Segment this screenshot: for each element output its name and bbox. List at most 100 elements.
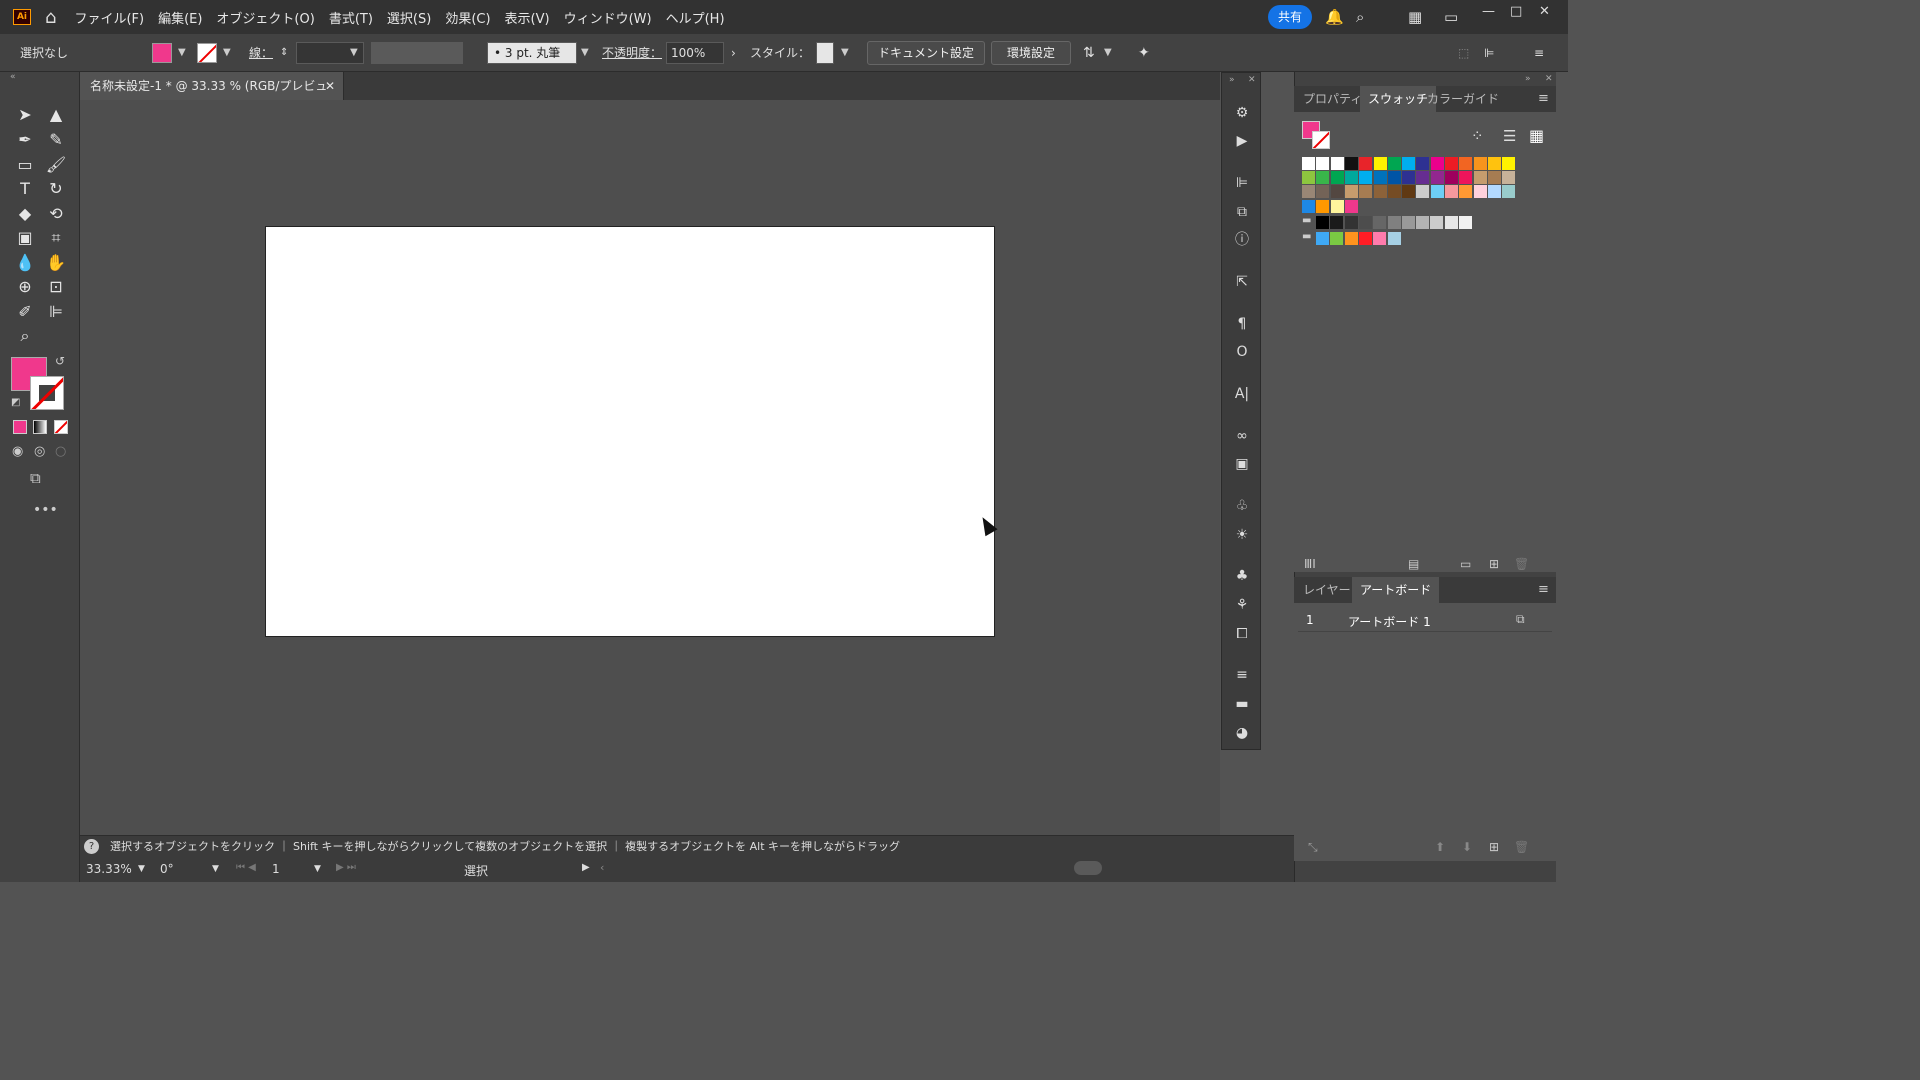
rearrange-icon[interactable]: ⤡ [1308, 840, 1318, 855]
chevron-down-icon[interactable]: ▼ [138, 864, 145, 874]
help-icon[interactable]: ? [84, 839, 99, 854]
swatch[interactable] [1387, 216, 1401, 229]
swatch[interactable] [1416, 216, 1430, 229]
artboard-tool-icon[interactable]: ⊡ [44, 276, 68, 298]
collapse-panel-icon[interactable]: » [1525, 74, 1531, 84]
swatch-stroke-indicator[interactable] [1312, 131, 1330, 149]
swatch[interactable] [1401, 216, 1415, 229]
swatch[interactable] [1330, 216, 1344, 229]
swatch[interactable] [1373, 157, 1387, 170]
pen-tool-icon[interactable]: ✒ [13, 129, 37, 151]
screen-mode-icon[interactable]: ⧉ [30, 469, 41, 487]
curvature-tool-icon[interactable]: ✎ [44, 129, 68, 151]
new-artboard-icon[interactable]: ⊞ [1489, 840, 1499, 854]
delete-swatch-icon[interactable]: 🗑 [1514, 557, 1529, 571]
chevron-down-icon[interactable]: ▼ [178, 47, 186, 58]
maximize-icon[interactable]: □ [1510, 4, 1522, 19]
fill-swatch[interactable] [152, 43, 172, 63]
swatch[interactable] [1430, 157, 1444, 170]
menu-edit[interactable]: 編集(E) [158, 8, 202, 27]
close-tab-icon[interactable]: ✕ [325, 72, 335, 100]
default-colors-icon[interactable]: ◩ [11, 397, 20, 408]
swatch[interactable] [1359, 157, 1373, 170]
align-icon[interactable]: ⊫ [1484, 43, 1494, 63]
swatch[interactable] [1330, 232, 1344, 245]
swatch[interactable] [1459, 216, 1472, 229]
stepper-icon[interactable]: ⇕ [280, 43, 288, 63]
swatch[interactable] [1344, 157, 1358, 170]
swatch[interactable] [1430, 216, 1444, 229]
swatch[interactable] [1316, 157, 1330, 170]
chevron-down-icon[interactable]: ▼ [223, 47, 231, 58]
swatch[interactable] [1344, 216, 1358, 229]
swatch[interactable] [1459, 171, 1473, 184]
symbols-icon[interactable]: ♧ [1232, 496, 1252, 516]
chevron-down-icon[interactable]: ▼ [350, 47, 358, 58]
menu-view[interactable]: 表示(V) [505, 8, 550, 27]
eraser-tool-icon[interactable]: ◆ [13, 203, 37, 225]
tab-properties[interactable]: プロパティ [1303, 86, 1362, 112]
rotate-tool-icon[interactable]: ↻ [44, 178, 68, 200]
swatch[interactable] [1387, 185, 1401, 198]
swatch[interactable] [1387, 157, 1401, 170]
draw-normal-icon[interactable]: ◉ [12, 444, 23, 459]
none-mode-icon[interactable] [54, 420, 68, 434]
home-icon[interactable]: ⌂ [45, 7, 56, 28]
swatch[interactable] [1373, 216, 1387, 229]
direct-selection-tool-icon[interactable]: ▲ [44, 104, 68, 126]
swatch[interactable] [1373, 171, 1387, 184]
swatch[interactable] [1344, 232, 1358, 245]
swatch[interactable] [1430, 185, 1444, 198]
horizontal-scrollbar-thumb[interactable] [1074, 861, 1102, 875]
artboard[interactable] [265, 226, 995, 637]
transparency-icon[interactable]: ◕ [1232, 723, 1252, 743]
swatch[interactable] [1316, 185, 1330, 198]
swap-colors-icon[interactable]: ↺ [55, 354, 65, 368]
share-button[interactable]: 共有 [1268, 5, 1312, 29]
symbol-sprayer-tool-icon[interactable]: ✐ [13, 301, 37, 323]
minimize-icon[interactable]: — [1482, 4, 1495, 19]
graphic-style-swatch[interactable] [816, 42, 834, 64]
swatch[interactable] [1330, 185, 1344, 198]
actions-play-icon[interactable]: ▶ [1232, 131, 1252, 151]
swatch[interactable] [1387, 232, 1401, 245]
tab-swatches[interactable]: スウォッチ [1360, 86, 1437, 112]
swatch[interactable] [1302, 200, 1315, 213]
color-mode-icon[interactable] [13, 420, 27, 434]
swatch[interactable] [1473, 185, 1487, 198]
show-kinds-icon[interactable]: ⁘ [1471, 127, 1484, 145]
swatch[interactable] [1316, 200, 1330, 213]
swatch[interactable] [1359, 171, 1373, 184]
selection-tool-icon[interactable]: ➤ [13, 104, 37, 126]
appearance-icon[interactable]: ☀ [1232, 525, 1252, 545]
color-group-folder-icon[interactable]: ▬ [1302, 215, 1311, 226]
search-icon[interactable]: ⌕ [1356, 8, 1364, 26]
club-symbol-icon[interactable]: ♣ [1232, 566, 1252, 586]
swatch[interactable] [1473, 157, 1487, 170]
swatch[interactable] [1387, 171, 1401, 184]
swatch[interactable] [1502, 157, 1516, 170]
links-icon[interactable]: ∞ [1232, 426, 1252, 446]
swatch[interactable] [1316, 171, 1330, 184]
swatch[interactable] [1302, 171, 1315, 184]
swatch[interactable] [1402, 171, 1416, 184]
swatch[interactable] [1402, 157, 1416, 170]
panel-menu-icon[interactable]: ≡ [1538, 91, 1549, 106]
bell-icon[interactable]: 🔔 [1325, 8, 1344, 26]
swatch[interactable] [1330, 200, 1344, 213]
swatch-library-icon[interactable]: ⅢⅠ [1304, 557, 1316, 571]
preferences-button[interactable]: 環境設定 [991, 41, 1071, 65]
brushes-icon[interactable]: ⚘ [1232, 595, 1252, 615]
swatch[interactable] [1373, 232, 1387, 245]
swatch[interactable] [1416, 171, 1430, 184]
stroke-color-box[interactable] [30, 376, 64, 410]
swatch[interactable] [1302, 185, 1315, 198]
recolor-icon[interactable]: ✦ [1138, 43, 1150, 63]
artboard-row[interactable]: 1 アートボード 1 ⧉ [1298, 610, 1552, 632]
more-tools-icon[interactable]: ••• [33, 502, 58, 518]
chevron-down-icon[interactable]: ▼ [1104, 47, 1112, 58]
first-artboard-icon[interactable]: ⏮ ◀ [236, 862, 256, 873]
chevron-down-icon[interactable]: ▼ [314, 864, 321, 874]
swatch[interactable] [1358, 232, 1372, 245]
brush-definition[interactable]: • 3 pt. 丸筆 [487, 42, 577, 64]
